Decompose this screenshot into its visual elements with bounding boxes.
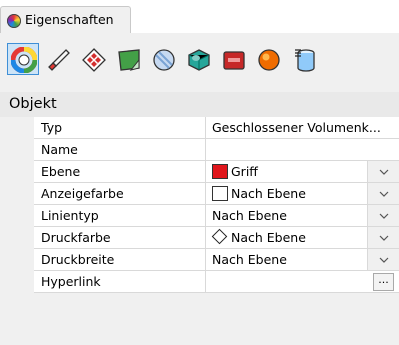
tab-eigenschaften[interactable]: Eigenschaften — [0, 6, 131, 34]
decal-icon — [118, 49, 140, 71]
hyperlink-browse-button[interactable]: ... — [373, 273, 394, 291]
property-name-cell: Druckfarbe — [34, 227, 206, 249]
color-wheel-icon — [7, 14, 21, 28]
object-properties-icon — [11, 47, 37, 73]
row-gutter — [0, 249, 34, 271]
property-row-anzeigefarbe: Anzeigefarbe Nach Ebene — [0, 183, 399, 205]
row-gutter — [0, 205, 34, 227]
property-name: Linientyp — [41, 208, 99, 223]
chevron-down-icon — [379, 257, 389, 263]
property-name: Ebene — [41, 164, 81, 179]
tab-strip: Eigenschaften — [0, 0, 399, 34]
row-gutter — [0, 161, 34, 183]
property-name-cell: Ebene — [34, 161, 206, 183]
section-title: Objekt — [9, 96, 57, 112]
linetype-value: Nach Ebene — [212, 208, 287, 223]
render-mesh-icon — [223, 51, 245, 70]
row-gutter — [0, 139, 34, 161]
print-width-dropdown-button[interactable] — [367, 249, 399, 271]
render-mesh-button[interactable] — [217, 43, 249, 75]
shadow-button[interactable] — [182, 43, 214, 75]
property-name-cell: Anzeigefarbe — [34, 183, 206, 205]
print-width-value: Nach Ebene — [212, 252, 287, 267]
property-name: Druckfarbe — [41, 230, 111, 245]
hyperlink-field[interactable] — [206, 271, 399, 293]
print-color-value: Nach Ebene — [231, 230, 306, 245]
row-gutter — [0, 271, 34, 293]
chevron-down-icon — [379, 169, 389, 175]
property-name-cell: Linientyp — [34, 205, 206, 227]
tab-label: Eigenschaften — [25, 12, 114, 27]
layer-color-swatch — [212, 164, 228, 179]
object-properties-button[interactable] — [7, 43, 39, 75]
material-button[interactable] — [42, 43, 74, 75]
chevron-down-icon — [379, 191, 389, 197]
property-row-typ: Typ Geschlossener Volumenk... — [0, 117, 399, 139]
property-row-linientyp: Linientyp Nach Ebene — [0, 205, 399, 227]
display-color-value: Nach Ebene — [231, 186, 306, 201]
curve-piping-icon — [258, 49, 280, 71]
row-gutter — [0, 183, 34, 205]
section-header-objekt[interactable]: Objekt — [0, 92, 399, 117]
display-color-swatch — [212, 186, 228, 201]
property-row-name: Name — [0, 139, 399, 161]
decal-button[interactable] — [112, 43, 144, 75]
property-row-ebene: Ebene Griff — [0, 161, 399, 183]
property-name-cell: Name — [34, 139, 206, 161]
property-row-druckbreite: Druckbreite Nach Ebene — [0, 249, 399, 271]
layer-value: Griff — [231, 164, 258, 179]
property-name: Druckbreite — [41, 252, 115, 267]
material-brush-icon — [48, 49, 70, 71]
property-row-hyperlink: Hyperlink ... — [0, 271, 399, 293]
properties-panel: Objekt Typ Geschlossener Volumenk... Nam… — [0, 33, 399, 345]
chevron-down-icon — [379, 235, 389, 241]
chevron-down-icon — [379, 213, 389, 219]
print-color-dropdown-button[interactable] — [367, 227, 399, 249]
property-row-druckfarbe: Druckfarbe Nach Ebene — [0, 227, 399, 249]
name-field[interactable] — [206, 139, 399, 161]
object-type-value: Geschlossener Volumenk... — [212, 120, 381, 135]
property-name: Anzeigefarbe — [41, 186, 124, 201]
layer-dropdown-button[interactable] — [367, 161, 399, 183]
property-name-cell: Hyperlink — [34, 271, 206, 293]
property-name: Name — [41, 142, 78, 157]
row-gutter — [0, 227, 34, 249]
texture-mapping-icon — [82, 48, 106, 72]
shadow-icon — [188, 49, 210, 71]
diamond-icon — [211, 228, 228, 245]
property-name-cell: Druckbreite — [34, 249, 206, 271]
layer-stack-icon — [295, 49, 315, 72]
curve-piping-button[interactable] — [252, 43, 284, 75]
property-name: Hyperlink — [41, 274, 101, 289]
displacement-icon — [153, 49, 175, 71]
display-color-dropdown-button[interactable] — [367, 183, 399, 205]
displacement-button[interactable] — [147, 43, 179, 75]
row-gutter — [0, 117, 34, 139]
linetype-dropdown-button[interactable] — [367, 205, 399, 227]
property-name: Typ — [41, 120, 63, 135]
property-value-cell: Geschlossener Volumenk... — [206, 117, 399, 139]
texture-mapping-button[interactable] — [77, 43, 109, 75]
property-name-cell: Typ — [34, 117, 206, 139]
layer-stack-button[interactable] — [287, 43, 319, 75]
